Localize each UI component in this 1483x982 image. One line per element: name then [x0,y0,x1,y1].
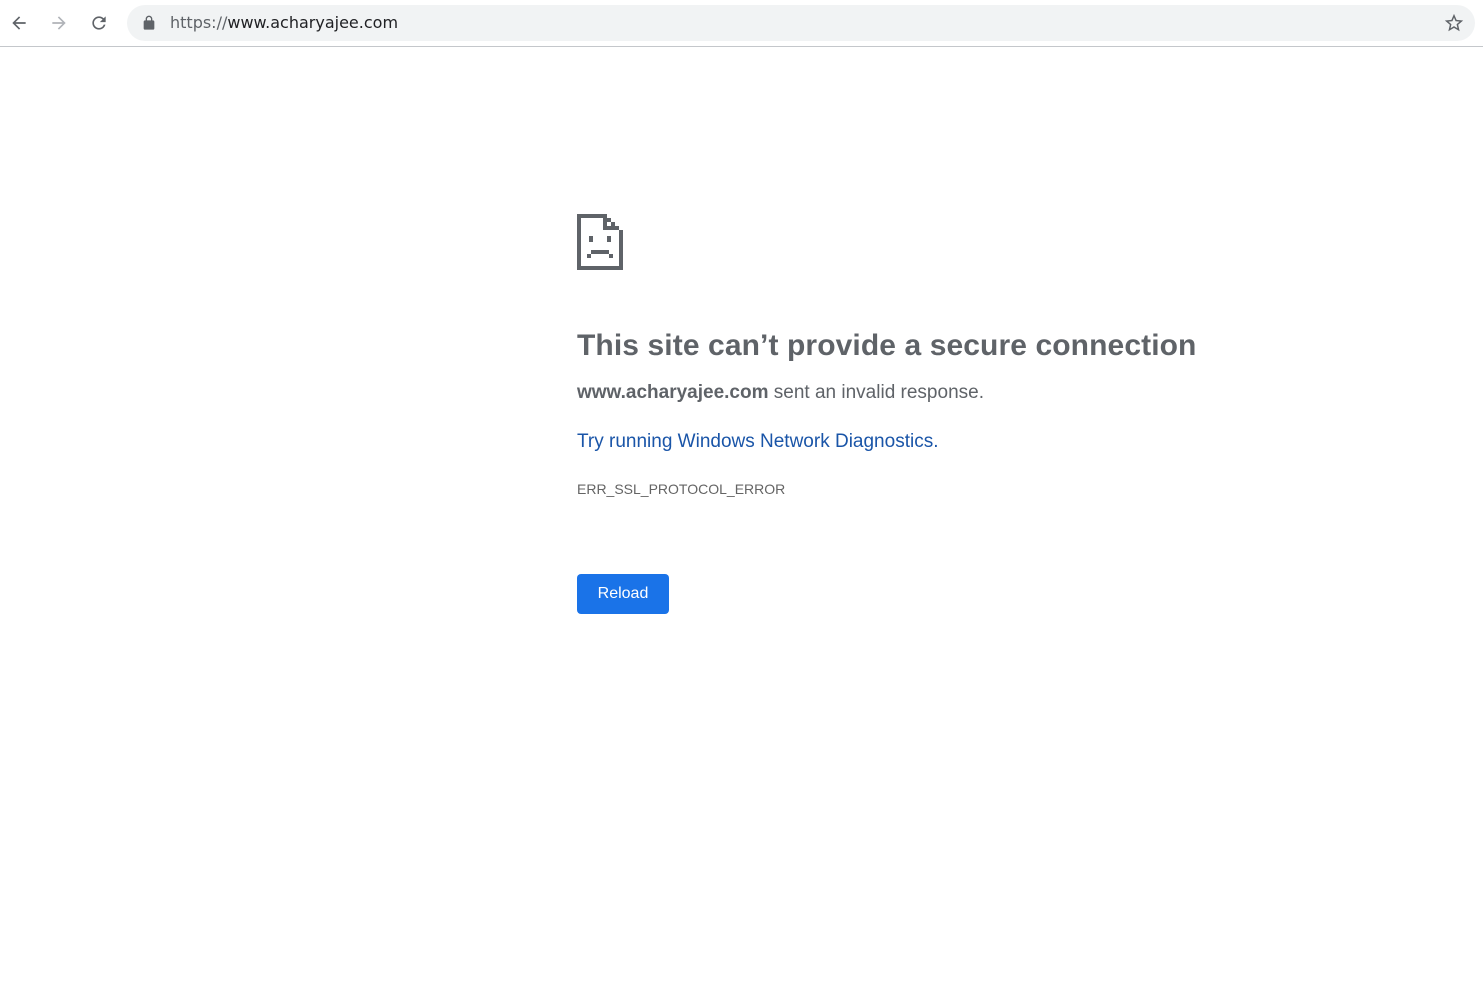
forward-arrow-icon [52,16,66,30]
back-button[interactable] [2,6,36,40]
error-code: ERR_SSL_PROTOCOL_ERROR [577,481,786,497]
error-heading: This site can’t provide a secure connect… [577,329,1197,362]
error-description: www.acharyajee.com sent an invalid respo… [577,381,1197,405]
url-scheme: https:// [170,13,228,32]
lock-icon[interactable] [141,15,157,31]
network-diagnostics-link[interactable]: Try running Windows Network Diagnostics. [577,430,938,454]
error-host: www.acharyajee.com [577,382,769,403]
url-text[interactable]: https://www.acharyajee.com [170,13,398,33]
sad-page-icon [577,214,623,270]
forward-button[interactable] [42,6,76,40]
browser-toolbar: https://www.acharyajee.com [0,0,1483,47]
bookmark-star-icon[interactable] [1443,12,1465,34]
reload-nav-button[interactable] [82,6,116,40]
back-arrow-icon [12,16,26,30]
url-host: www.acharyajee.com [227,13,399,32]
reload-icon [92,16,106,30]
error-content: This site can’t provide a secure connect… [577,214,1197,498]
address-bar[interactable]: https://www.acharyajee.com [127,5,1475,41]
error-description-rest: sent an invalid response. [768,382,984,403]
reload-button[interactable]: Reload [577,574,669,614]
